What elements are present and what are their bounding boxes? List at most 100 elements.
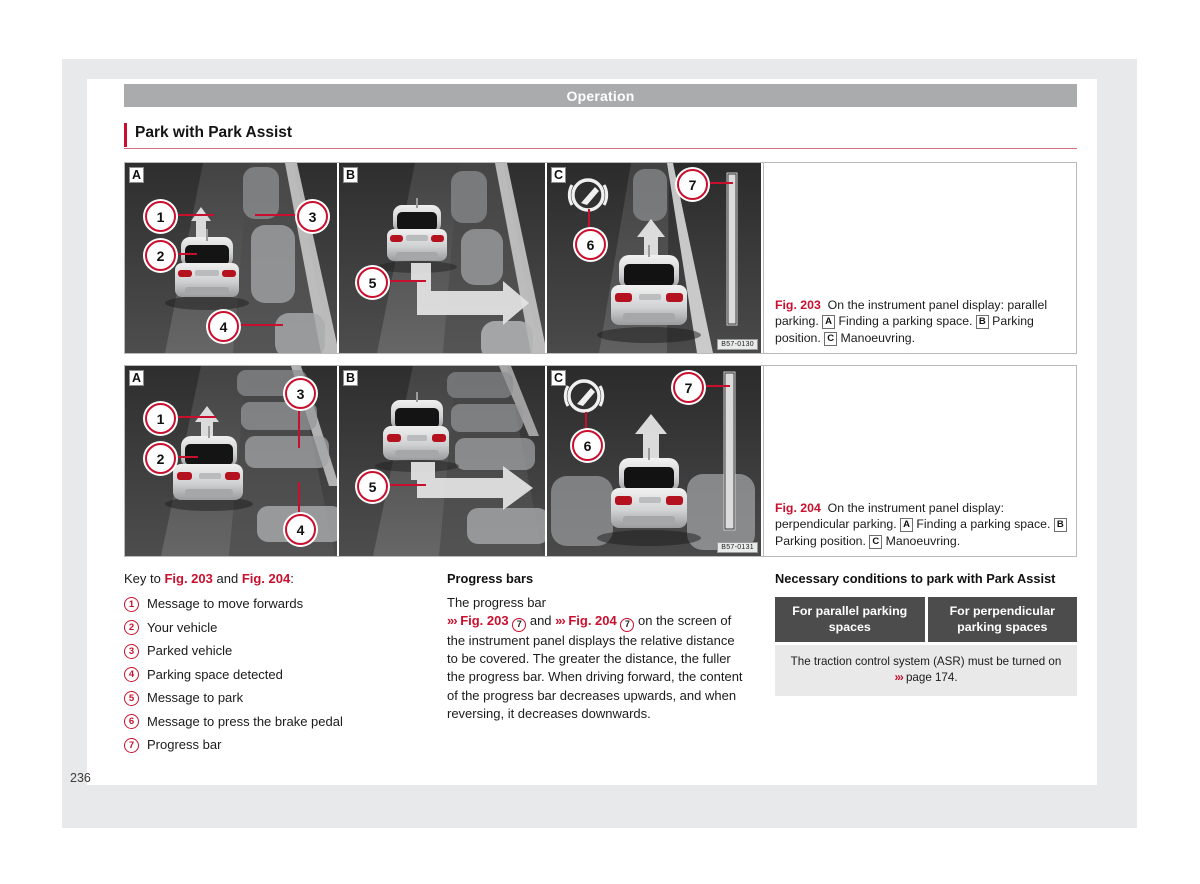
- list-item: 1 Message to move forwards: [124, 595, 424, 612]
- cross-ref-arrow-icon: »›: [555, 613, 566, 629]
- panel-letter: C: [551, 370, 566, 386]
- figure-204-caption-cell: Fig. 204 On the instrument panel display…: [763, 366, 1076, 556]
- callout-3: 3: [285, 378, 316, 409]
- perpendicular-manoeuvring-illustration: [547, 366, 761, 556]
- leader-line: [172, 214, 214, 216]
- callout-3: 3: [297, 201, 328, 232]
- leader-line: [298, 482, 300, 518]
- parallel-parking-position-illustration: [339, 163, 545, 353]
- condition-text: The traction control system (ASR) must b…: [790, 655, 1062, 668]
- key-label: Parking space detected: [147, 666, 283, 682]
- progress-body-text: on the screen of the instrument panel di…: [447, 613, 743, 722]
- caption-text-3: Parking position.: [775, 533, 866, 548]
- figure-204-block: A 1 2 3 4 B 5 C 6 7 B57-0131 Fig. 204 On…: [124, 365, 1077, 557]
- figure-204-panels: A 1 2 3 4 B 5 C 6 7 B57-0131: [125, 366, 763, 556]
- leader-line: [255, 214, 300, 216]
- key-label: Message to move forwards: [147, 596, 304, 611]
- callout-2: 2: [145, 443, 176, 474]
- list-item: 2 Your vehicle: [124, 619, 424, 636]
- key-label: Your vehicle: [147, 619, 218, 635]
- table-header-row: For parallel parking spaces For perpendi…: [775, 597, 1077, 642]
- list-item: 3 Parked vehicle: [124, 642, 424, 659]
- parallel-manoeuvring-illustration: [547, 163, 761, 353]
- callout-5: 5: [357, 267, 388, 298]
- key-label: Progress bar: [147, 737, 222, 752]
- caption-letter-a: A: [900, 518, 913, 532]
- progress-ref-203: Fig. 203: [460, 613, 509, 629]
- table-header-parallel: For parallel parking spaces: [775, 597, 925, 642]
- progress-inline-num-2: 7: [620, 617, 635, 632]
- figure-203-block: A 1 2 3 4 B 5 C 6 7 B57-0130 Fig. 203 On…: [124, 162, 1077, 354]
- key-label: Message to press the brake pedal: [147, 713, 343, 729]
- key-label: Parked vehicle: [147, 643, 233, 658]
- page-number: 236: [70, 771, 91, 785]
- caption-letter-a: A: [822, 315, 836, 329]
- table-header-perpendicular: For perpendicular parking spaces: [927, 597, 1077, 642]
- callout-4: 4: [208, 311, 239, 342]
- list-item: 7 Progress bar: [124, 736, 424, 753]
- figure-203-caption: Fig. 203 On the instrument panel display…: [775, 297, 1068, 347]
- image-code: B57-0131: [717, 542, 758, 553]
- caption-text-4: Manoeuvring.: [885, 533, 961, 548]
- figure-203-panels: A 1 2 3 4 B 5 C 6 7 B57-0130: [125, 163, 763, 353]
- panel-letter: B: [343, 167, 358, 183]
- condition-page-link[interactable]: page 174.: [903, 671, 958, 684]
- key-intro: Key to Fig. 203 and Fig. 204:: [124, 570, 424, 588]
- caption-letter-b: B: [975, 315, 989, 329]
- caption-letter-c: C: [824, 331, 838, 346]
- callout-1: 1: [145, 201, 176, 232]
- callout-2: 2: [145, 240, 176, 271]
- caption-text-4: Manoeuvring.: [840, 330, 916, 345]
- panel-letter: B: [343, 370, 358, 386]
- callout-7: 7: [673, 372, 704, 403]
- key-number: 5: [124, 690, 139, 706]
- callout-6: 6: [575, 229, 606, 260]
- progress-conj: and: [526, 613, 556, 629]
- callout-6: 6: [572, 430, 603, 461]
- image-code: B57-0130: [717, 339, 758, 350]
- panel-letter: A: [129, 370, 144, 386]
- section-divider: [124, 148, 1077, 149]
- key-list: 1 Message to move forwards 2 Your vehicl…: [124, 595, 424, 753]
- figure-reference: Fig. 203: [775, 297, 821, 312]
- key-number: 4: [124, 667, 139, 682]
- caption-text-2: Finding a parking space.: [838, 314, 973, 328]
- key-intro-ref-204: Fig. 204: [241, 571, 291, 586]
- callout-1: 1: [145, 403, 176, 434]
- key-number: 1: [124, 596, 139, 612]
- leader-line: [235, 324, 283, 326]
- conditions-table: For parallel parking spaces For perpendi…: [775, 597, 1077, 696]
- figure-204-panel-c: C 6 7 B57-0131: [547, 366, 761, 556]
- progress-bars-heading: Progress bars: [447, 571, 534, 586]
- key-intro-mid: and: [212, 571, 242, 586]
- caption-letter-c: C: [869, 534, 883, 549]
- leader-line: [298, 404, 300, 448]
- table-row: The traction control system (ASR) must b…: [775, 645, 1077, 696]
- figure-204-panel-a: A 1 2 3 4: [125, 366, 339, 556]
- progress-bars-body: The progress bar »› Fig. 203 7 and »› Fi…: [447, 594, 747, 724]
- caption-letter-b: B: [1053, 518, 1067, 532]
- progress-bars-column: Progress bars The progress bar »› Fig. 2…: [447, 570, 747, 724]
- key-number: 6: [124, 714, 139, 729]
- panel-letter: A: [129, 167, 144, 183]
- running-head: Operation: [124, 84, 1077, 107]
- progress-ref-204: Fig. 204: [568, 613, 617, 629]
- leader-line: [384, 280, 426, 282]
- caption-text-2: Finding a parking space.: [916, 517, 1051, 531]
- key-number: 7: [124, 737, 139, 753]
- callout-4: 4: [285, 514, 316, 545]
- figure-203-panel-a: A 1 2 3 4: [125, 163, 339, 353]
- figure-203-caption-cell: Fig. 203 On the instrument panel display…: [763, 163, 1076, 353]
- figure-204-panel-b: B 5: [339, 366, 547, 556]
- key-column: Key to Fig. 203 and Fig. 204: 1 Message …: [124, 570, 424, 760]
- figure-203-panel-b: B 5: [339, 163, 547, 353]
- key-label: Message to park: [147, 690, 244, 705]
- list-item: 5 Message to park: [124, 689, 424, 706]
- callout-7: 7: [677, 169, 708, 200]
- key-intro-prefix: Key to: [124, 571, 165, 586]
- conditions-column: Necessary conditions to park with Park A…: [775, 570, 1077, 696]
- pdf-page-viewer: Operation Park with Park Assist A 1 2 3 …: [0, 0, 1200, 884]
- key-number: 3: [124, 643, 139, 659]
- conditions-heading: Necessary conditions to park with Park A…: [775, 571, 1056, 586]
- list-item: 6 Message to press the brake pedal: [124, 713, 424, 730]
